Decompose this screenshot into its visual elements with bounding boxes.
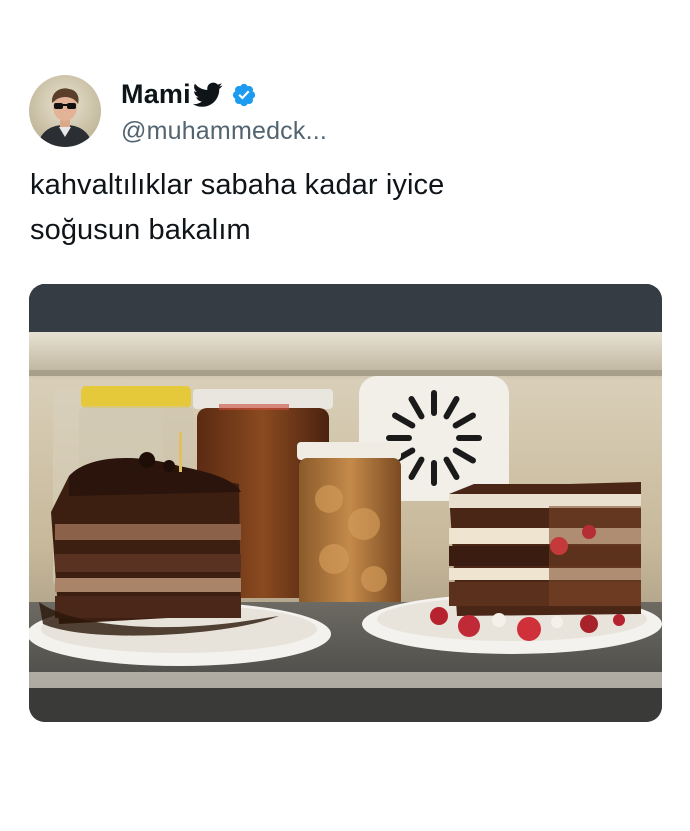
- tweet-text-line: soğusun bakalım: [30, 214, 251, 246]
- avatar[interactable]: [29, 75, 101, 147]
- fridge-cakes-photo: [29, 284, 662, 722]
- author-names: Mami @muhammedck...: [121, 77, 327, 146]
- tweet-text-line: kahvaltılıklar sabaha kadar iyice: [30, 169, 445, 201]
- user-handle[interactable]: @muhammedck...: [121, 117, 327, 146]
- display-name[interactable]: Mami: [121, 79, 191, 110]
- tweet-header: Mami @muhammedck...: [29, 73, 327, 149]
- twitter-bird-icon: [192, 82, 223, 108]
- tweet-photo[interactable]: [29, 284, 662, 722]
- name-row: Mami: [121, 77, 327, 113]
- tweet-text: kahvaltılıklar sabaha kadar iyice soğusu…: [30, 163, 650, 253]
- user-avatar-icon: [29, 75, 101, 147]
- tweet-card: Mami @muhammedck... kahvaltılıklar sabah…: [0, 0, 690, 831]
- verified-badge-icon: [231, 82, 257, 108]
